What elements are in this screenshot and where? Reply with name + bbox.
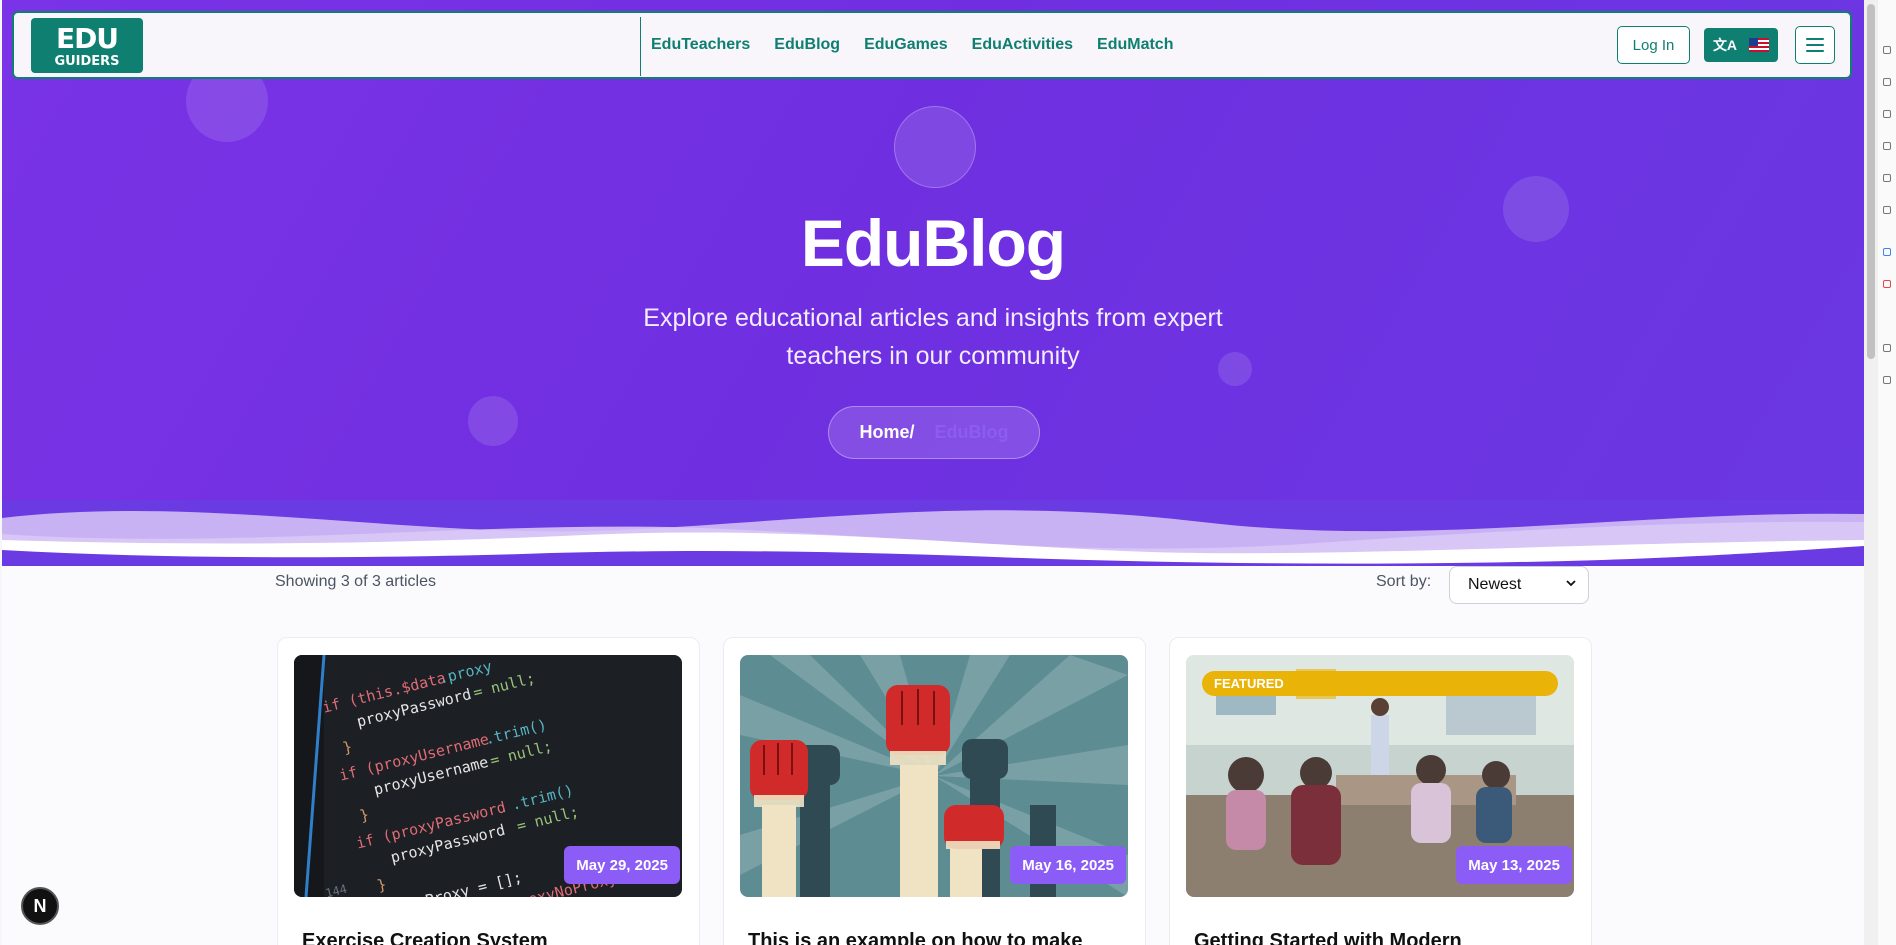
side-panel-icon[interactable] (1883, 110, 1891, 118)
side-panel-icon[interactable] (1883, 280, 1891, 288)
hero-banner: EduBlog Explore educational articles and… (2, 0, 1864, 566)
article-title[interactable]: Getting Started with Modern (1194, 930, 1462, 945)
article-date-badge: May 16, 2025 (1010, 846, 1126, 884)
nav-link-edugames[interactable]: EduGames (864, 36, 948, 54)
article-title[interactable]: This is an example on how to make (748, 930, 1083, 945)
article-date-badge: May 13, 2025 (1456, 846, 1572, 884)
chevron-down-icon (1566, 580, 1576, 587)
sort-selected-value: Newest (1468, 576, 1522, 593)
breadcrumb-current: EduBlog (934, 422, 1009, 442)
nav-divider (640, 17, 641, 76)
translate-icon: 文A (1712, 37, 1738, 53)
featured-badge: FEATURED (1202, 671, 1558, 696)
hamburger-menu-button[interactable] (1795, 26, 1835, 64)
dev-tools-badge[interactable]: N (21, 887, 59, 925)
browser-side-panel (1878, 0, 1896, 945)
scrollbar-thumb[interactable] (1867, 4, 1875, 359)
decor-bubble (894, 106, 976, 188)
breadcrumb-home-link[interactable]: Home/ (859, 422, 914, 443)
logo-text-edu: EDU (55, 22, 119, 55)
top-navbar: EDU GUIDERS EduTeachers EduBlog EduGames… (12, 11, 1852, 79)
results-count: Showing 3 of 3 articles (275, 573, 436, 590)
article-card[interactable]: FEATURED May 13, 2025 Getting Started wi… (1169, 637, 1592, 945)
side-panel-icon[interactable] (1883, 78, 1891, 86)
language-switcher-button[interactable]: 文A (1704, 28, 1778, 62)
nav-link-edublog[interactable]: EduBlog (774, 36, 840, 54)
side-panel-icon[interactable] (1883, 206, 1891, 214)
side-panel-icon[interactable] (1883, 376, 1891, 384)
nav-link-eduteachers[interactable]: EduTeachers (651, 36, 750, 54)
page-scrollbar[interactable] (1864, 0, 1878, 945)
hamburger-menu-icon (1806, 38, 1824, 40)
sort-label: Sort by: (1376, 573, 1432, 590)
article-card[interactable]: May 16, 2025 This is an example on how t… (723, 637, 1146, 945)
hamburger-menu-icon (1806, 50, 1824, 52)
sort-select[interactable]: Newest (1449, 566, 1589, 604)
article-title[interactable]: Exercise Creation System (302, 930, 548, 945)
breadcrumb: Home/ EduBlog (828, 406, 1040, 459)
main-nav: EduTeachers EduBlog EduGames EduActiviti… (651, 13, 1197, 77)
side-panel-icon[interactable] (1883, 142, 1891, 150)
article-card[interactable]: if (this.$data .proxy proxyPassword = null… (277, 637, 700, 945)
decor-bubble (468, 396, 518, 446)
hamburger-menu-icon (1806, 44, 1824, 46)
eduguiders-logo[interactable]: EDU GUIDERS (31, 18, 143, 73)
us-flag-icon (1749, 38, 1770, 52)
page-title: EduBlog (800, 206, 1066, 280)
nav-link-eduactivities[interactable]: EduActivities (972, 36, 1073, 54)
login-button[interactable]: Log In (1617, 26, 1690, 64)
article-date-badge: May 29, 2025 (564, 846, 680, 884)
side-panel-icon[interactable] (1883, 46, 1891, 54)
side-panel-icon[interactable] (1883, 344, 1891, 352)
side-panel-icon[interactable] (1883, 248, 1891, 256)
nav-link-edumatch[interactable]: EduMatch (1097, 36, 1173, 54)
side-panel-icon[interactable] (1883, 174, 1891, 182)
page-subtitle: Explore educational articles and insight… (643, 304, 1223, 370)
hero-wave-divider (2, 500, 1864, 566)
logo-text-guiders: GUIDERS (54, 54, 120, 69)
